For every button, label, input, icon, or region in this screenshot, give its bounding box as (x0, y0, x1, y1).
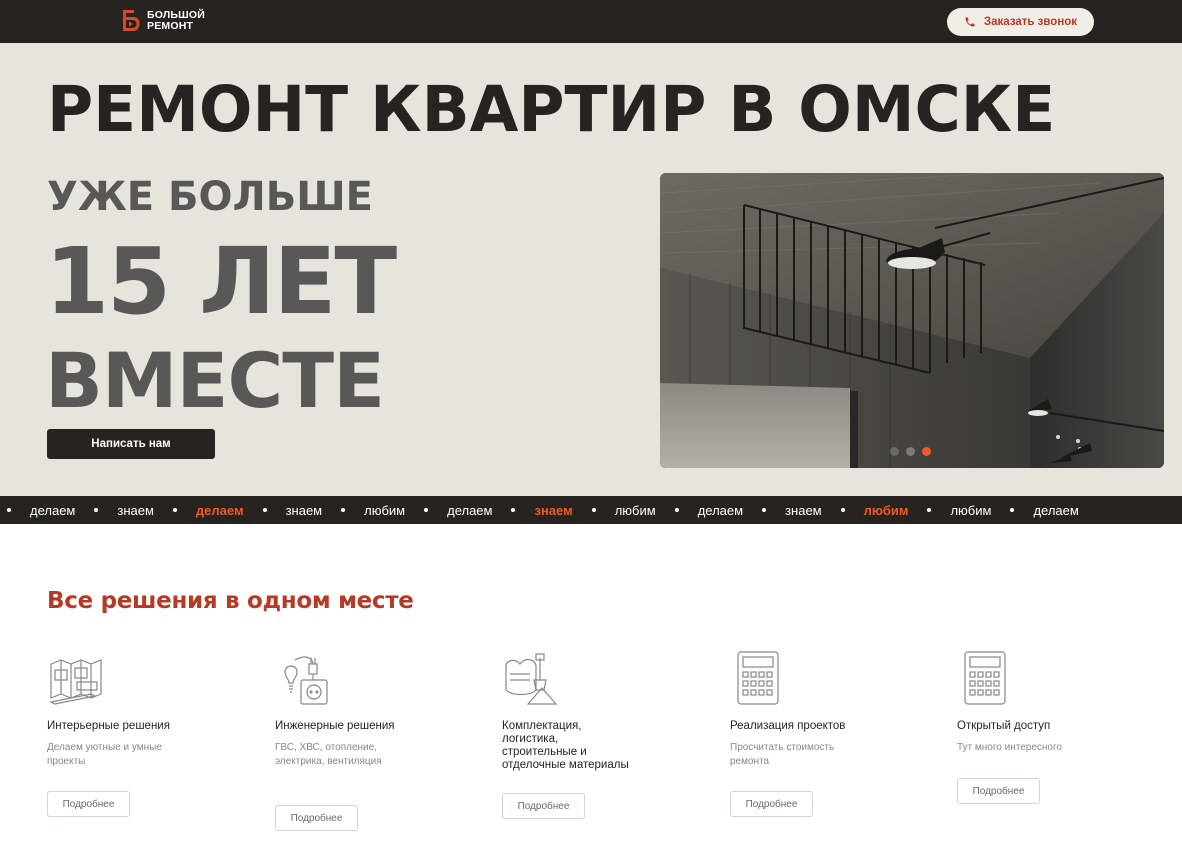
ticker-item: делаем (7, 503, 94, 518)
logo-line-2: РЕМОНТ (147, 19, 194, 32)
logo-text: БОЛЬШОЙ РЕМОНТ (147, 10, 205, 31)
ticker-word: делаем (697, 502, 744, 518)
slider-dots (890, 447, 931, 456)
solution-card-open-access: Открытый доступ Тут много интересного (957, 650, 1157, 755)
ticker-item: делаем (674, 502, 762, 518)
calculator-icon (964, 651, 1006, 705)
slider-dot-3[interactable] (922, 447, 931, 456)
solution-card-projects: Реализация проектов Просчитать стоимость… (730, 650, 930, 768)
ticker-bullet (762, 508, 767, 512)
hero-tagline-1: УЖЕ БОЛЬШЕ (47, 174, 373, 220)
card-title: Комплектация, логистика, строительные и … (502, 720, 629, 771)
ticker-item: любим (840, 502, 928, 518)
ticker-bullet (591, 508, 596, 512)
ticker-item: делаем (1010, 503, 1097, 518)
ticker-word: любим (614, 502, 656, 518)
order-call-label: Заказать звонок (983, 16, 1078, 28)
slider-dot-1[interactable] (890, 447, 899, 456)
more-button-open-access[interactable]: Подробнее (957, 778, 1040, 804)
materials-icon (505, 653, 558, 705)
phone-icon (965, 17, 975, 27)
site-header: БОЛЬШОЙ РЕМОНТ Заказать звонок (0, 0, 1182, 43)
ticker-word: делаем (30, 502, 76, 518)
ticker-bullet (172, 508, 177, 512)
solution-card-materials: Комплектация, логистика, строительные и … (502, 650, 702, 772)
ticker-word: знаем (117, 502, 154, 518)
ticker-bullet (94, 508, 99, 512)
more-button-projects[interactable]: Подробнее (730, 791, 813, 817)
write-us-button[interactable]: Написать нам (47, 429, 215, 459)
lightbulb-socket-icon (284, 656, 328, 705)
ticker-item: знаем (511, 503, 591, 518)
ticker-bullet (424, 508, 429, 512)
ticker-bullet (674, 508, 679, 512)
ticker-word: любим (364, 502, 406, 518)
ticker-bullet (1010, 508, 1015, 512)
solution-card-interior: Интерьерные решения Делаем уютные и умны… (47, 650, 247, 768)
ticker-item: делаем (424, 503, 511, 518)
solution-card-engineering: Инженерные решения ГВС, ХВС, отопление, … (275, 650, 475, 768)
card-desc: Просчитать стоимость ремонта (730, 742, 835, 767)
more-button-materials[interactable]: Подробнее (502, 793, 585, 819)
hero-title: РЕМОНТ КВАРТИР В ОМСКЕ (47, 73, 1056, 146)
ticker-band: делаем знаем делаем знаем любим делаем знаем лю… (0, 496, 1182, 524)
ticker-word: делаем (447, 502, 493, 518)
ticker-item: знаем (762, 503, 841, 518)
ticker-word: знаем (285, 502, 323, 518)
more-button-interior[interactable]: Подробнее (47, 791, 130, 817)
ticker-word: любим (950, 502, 992, 518)
hero-section: РЕМОНТ КВАРТИР В ОМСКЕ УЖЕ БОЛЬШЕ 15 ЛЕТ… (0, 43, 1182, 496)
ticker-word: делаем (1033, 502, 1079, 518)
hero-tagline-2: 15 ЛЕТ (45, 228, 397, 335)
card-desc: Тут много интересного (957, 742, 1062, 753)
ticker-word: знаем (785, 502, 822, 518)
hero-tagline-3: ВМЕСТЕ (45, 336, 385, 425)
ticker-item: знаем (262, 502, 342, 518)
hero-slider[interactable] (660, 173, 1164, 468)
order-call-button[interactable]: Заказать звонок (947, 8, 1094, 36)
more-button-engineering[interactable]: Подробнее (275, 805, 358, 831)
ticker-word: любим (863, 502, 909, 518)
card-title: Инженерные решения (275, 720, 395, 732)
ticker-word: знаем (534, 502, 573, 518)
card-desc: Делаем уютные и умные проекты (47, 742, 162, 767)
ticker-item: любим (591, 502, 675, 518)
calculator-icon (737, 651, 779, 705)
logo[interactable]: БОЛЬШОЙ РЕМОНТ (121, 9, 205, 32)
ticker-bullet (511, 508, 516, 512)
ticker-bullet (262, 508, 267, 512)
ticker-bullet (341, 508, 346, 512)
card-title: Интерьерные решения (47, 720, 170, 732)
ticker-bullet (840, 508, 845, 512)
ticker-item: любим (927, 503, 1010, 518)
ticker-item: любим (341, 503, 424, 518)
card-title: Реализация проектов (730, 720, 846, 732)
ticker-bullet (927, 508, 932, 512)
floorplan-icon (49, 659, 102, 705)
solutions-title: Все решения в одном месте (47, 588, 414, 614)
ticker-bullet (7, 508, 11, 512)
interior-photo (660, 173, 1164, 468)
card-desc: ГВС, ХВС, отопление, электрика, вентиляц… (275, 742, 382, 767)
ticker-word: делаем (195, 502, 244, 518)
logo-line-1: БОЛЬШОЙ (147, 9, 206, 21)
slider-dot-2[interactable] (906, 447, 915, 456)
ticker-item: знаем (94, 503, 173, 518)
logo-mark-icon (123, 10, 140, 31)
card-title: Открытый доступ (957, 720, 1051, 732)
ticker-track: делаем знаем делаем знаем любим делаем знаем лю… (7, 496, 1098, 524)
ticker-item: делаем (172, 502, 263, 518)
